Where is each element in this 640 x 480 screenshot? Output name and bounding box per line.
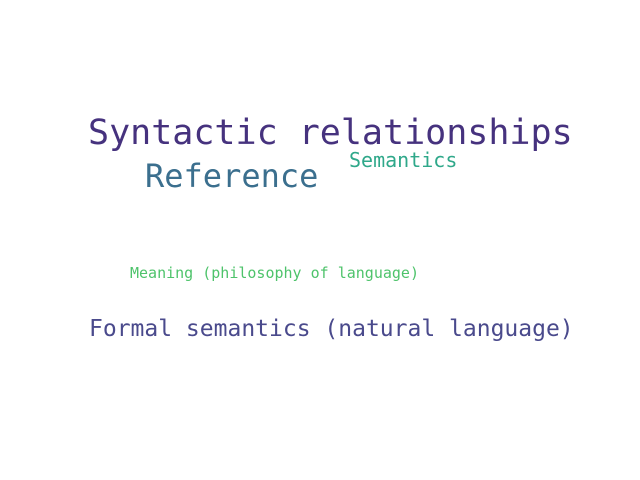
word-semantics: Semantics <box>349 148 458 172</box>
word-formal-semantics-natural-language: Formal semantics (natural language) <box>89 316 574 342</box>
word-syntactic-relationships: Syntactic relationships <box>88 113 573 153</box>
word-meaning-philosophy-of-language: Meaning (philosophy of language) <box>130 264 419 282</box>
word-cloud: Syntactic relationships Reference Semant… <box>0 0 640 480</box>
word-reference: Reference <box>145 157 319 195</box>
